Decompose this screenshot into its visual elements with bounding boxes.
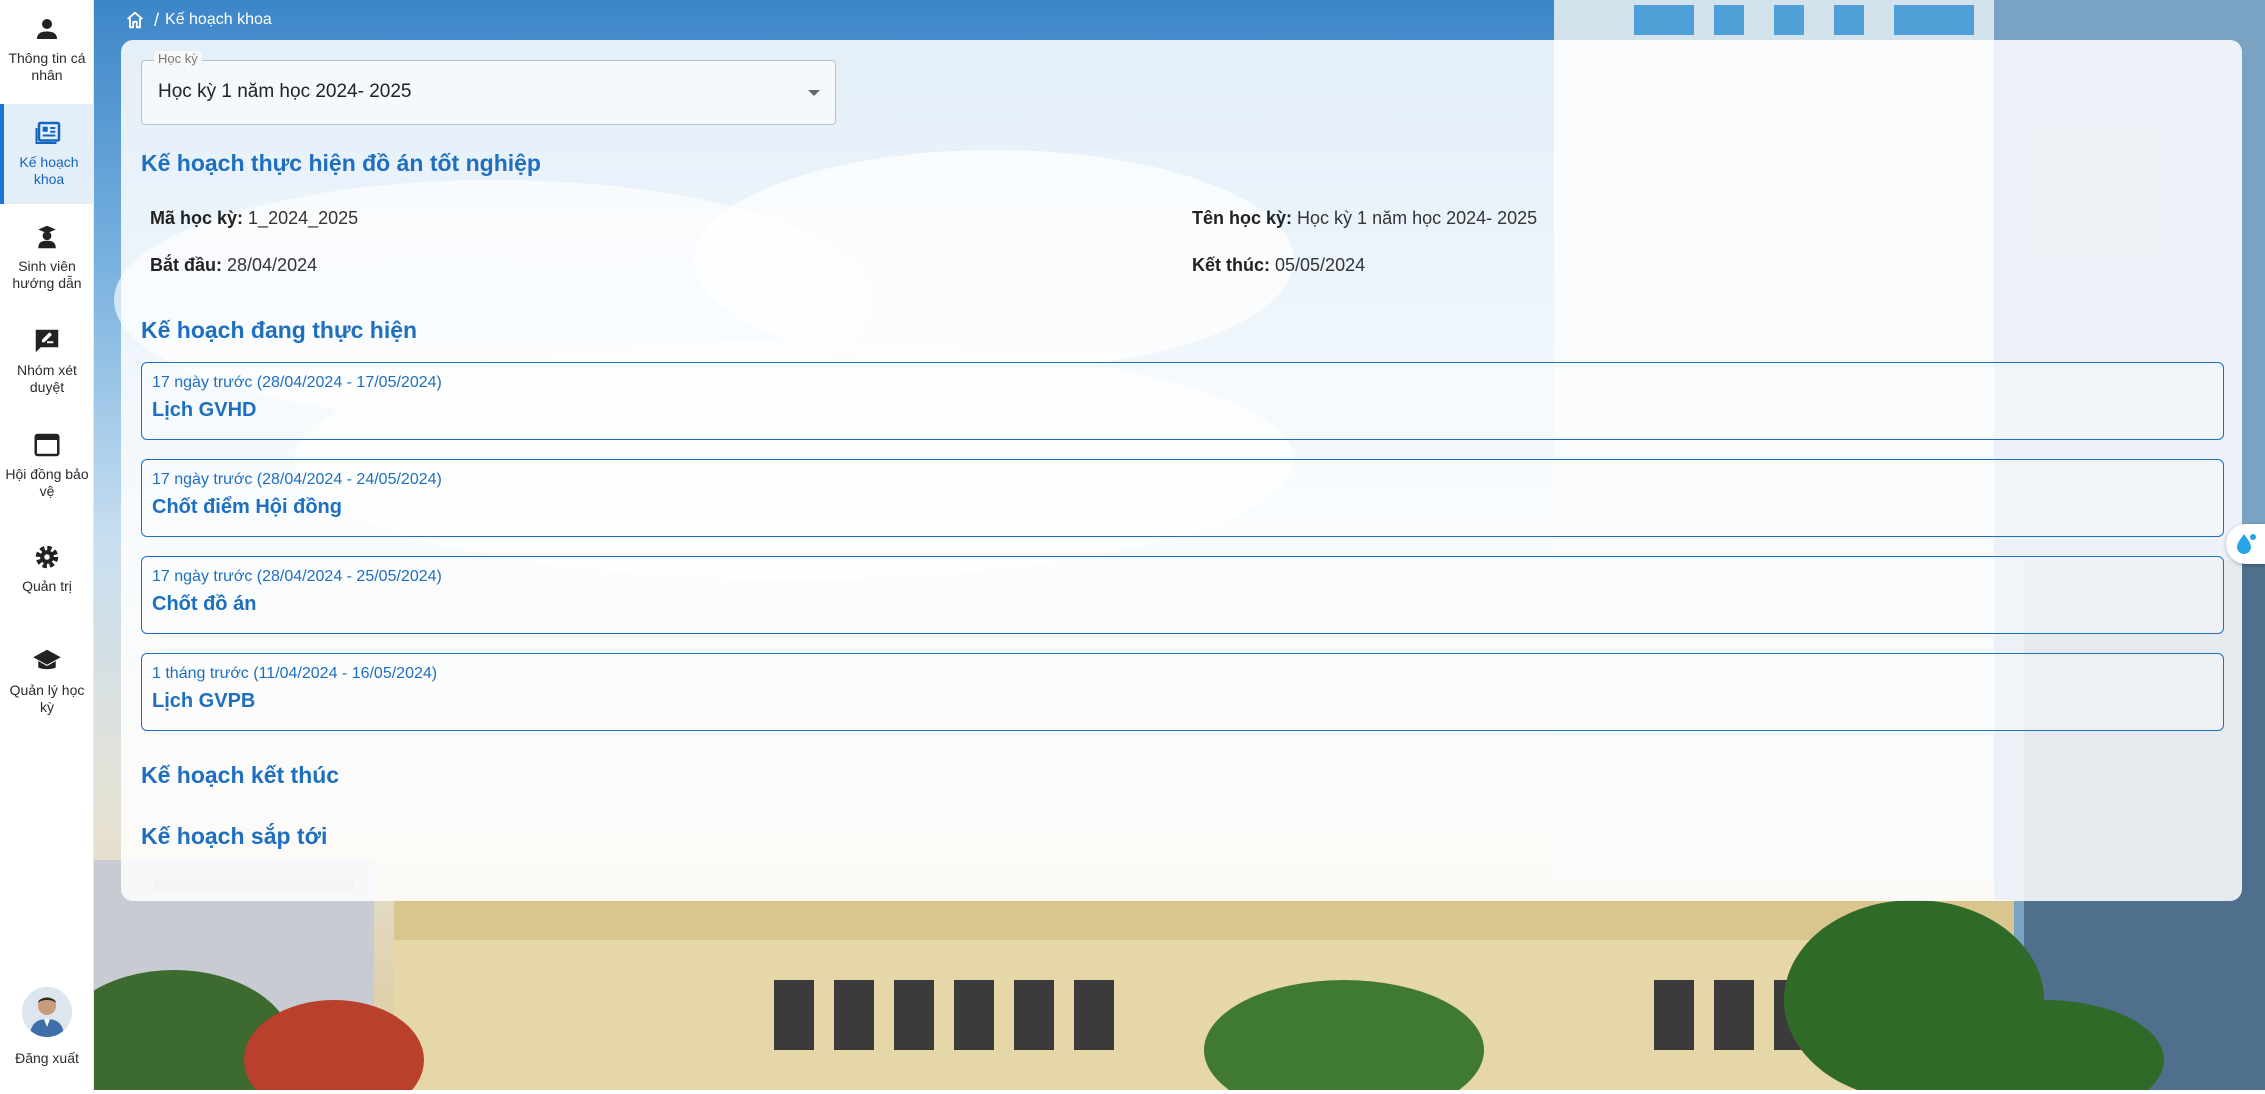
semester-name: Tên học kỳ: Học kỳ 1 năm học 2024- 2025	[1192, 208, 1537, 229]
sidebar-item-admin[interactable]: Quản trị	[0, 528, 94, 628]
plan-card[interactable]: 17 ngày trước (28/04/2024 - 17/05/2024) …	[141, 362, 2224, 440]
semester-name-label: Tên học kỳ:	[1192, 208, 1293, 228]
theme-settings-button[interactable]	[2226, 524, 2265, 564]
start-date-value: 28/04/2024	[227, 255, 318, 275]
sidebar-item-semester-management[interactable]: Quản lý học kỳ	[0, 632, 94, 732]
main-card: Học kỳ Học kỳ 1 năm học 2024- 2025 Kế ho…	[121, 40, 2242, 901]
logout-button[interactable]: Đăng xuất	[0, 1050, 94, 1066]
semester-select-value: Học kỳ 1 năm học 2024- 2025	[158, 81, 412, 102]
home-icon[interactable]	[124, 9, 146, 31]
avatar[interactable]	[22, 987, 72, 1037]
start-date-label: Bắt đầu:	[150, 255, 222, 275]
sidebar-item-personal-info[interactable]: Thông tin cá nhân	[0, 0, 94, 100]
chevron-down-icon	[808, 90, 820, 96]
semester-code: Mã học kỳ: 1_2024_2025	[150, 208, 358, 229]
plan-name: Lịch GVPB	[152, 690, 256, 712]
gear-icon	[35, 545, 59, 569]
breadcrumb: / Kế hoạch khoa	[124, 8, 272, 32]
plan-name: Chốt đồ án	[152, 593, 257, 615]
sidebar-item-label: Hội đồng bảo vệ	[5, 466, 89, 499]
app-root: / Kế hoạch khoa Học kỳ Học kỳ 1 năm học …	[0, 0, 2265, 1094]
sidebar-item-label: Sinh viên hướng dẫn	[12, 258, 82, 291]
semester-code-value: 1_2024_2025	[248, 208, 359, 228]
breadcrumb-separator: /	[154, 9, 160, 30]
plan-name: Chốt điểm Hội đồng	[152, 496, 342, 518]
person-icon	[37, 19, 57, 39]
plan-card[interactable]: 17 ngày trước (28/04/2024 - 24/05/2024) …	[141, 459, 2224, 537]
sidebar-item-label: Quản lý học kỳ	[9, 682, 85, 715]
finished-plans-title: Kế hoạch kết thúc	[141, 762, 340, 788]
start-date: Bắt đầu: 28/04/2024	[150, 255, 317, 276]
school-cap-icon	[33, 649, 61, 670]
plan-card[interactable]: 1 tháng trước (11/04/2024 - 16/05/2024) …	[141, 653, 2224, 731]
graduate-icon	[38, 225, 56, 249]
sidebar-item-review-group[interactable]: Nhóm xét duyệt	[0, 312, 94, 412]
sidebar: Thông tin cá nhân Kế hoạch khoa Sinh viê…	[0, 0, 94, 1094]
thesis-plan-title: Kế hoạch thực hiện đồ án tốt nghiệp	[141, 150, 541, 176]
end-date-value: 05/05/2024	[1275, 255, 1366, 275]
color-drop-icon	[2237, 534, 2256, 554]
semester-code-label: Mã học kỳ:	[150, 208, 244, 228]
sidebar-item-guided-students[interactable]: Sinh viên hướng dẫn	[0, 208, 94, 308]
sidebar-item-faculty-plan[interactable]: Kế hoạch khoa	[0, 104, 94, 204]
ongoing-plans-title: Kế hoạch đang thực hiện	[141, 317, 418, 343]
plan-time: 1 tháng trước (11/04/2024 - 16/05/2024)	[152, 665, 438, 682]
sidebar-item-label: Quản trị	[22, 578, 72, 594]
sidebar-item-label: Nhóm xét duyệt	[17, 362, 77, 395]
plan-time: 17 ngày trước (28/04/2024 - 24/05/2024)	[152, 471, 442, 488]
sidebar-item-defense-council[interactable]: Hội đồng bảo vệ	[0, 416, 94, 516]
plan-time: 17 ngày trước (28/04/2024 - 17/05/2024)	[152, 374, 442, 391]
semester-name-value: Học kỳ 1 năm học 2024- 2025	[1297, 208, 1538, 228]
upcoming-plans-title: Kế hoạch sắp tới	[141, 823, 328, 849]
rate-review-icon	[35, 329, 59, 353]
sidebar-item-label: Thông tin cá nhân	[8, 50, 86, 83]
end-date: Kết thúc: 05/05/2024	[1192, 255, 1365, 276]
newspaper-icon	[35, 121, 61, 144]
plan-time: 17 ngày trước (28/04/2024 - 25/05/2024)	[152, 568, 442, 585]
plan-name: Lịch GVHD	[152, 399, 257, 421]
sidebar-item-label: Kế hoạch khoa	[19, 154, 79, 187]
end-date-label: Kết thúc:	[1192, 255, 1270, 275]
semester-select[interactable]: Học kỳ Học kỳ 1 năm học 2024- 2025	[141, 51, 836, 125]
breadcrumb-current: Kế hoạch khoa	[165, 11, 272, 28]
plan-card[interactable]: 17 ngày trước (28/04/2024 - 25/05/2024) …	[141, 556, 2224, 634]
window-icon	[34, 433, 60, 457]
bottom-strip	[94, 1090, 2265, 1094]
semester-select-label: Học kỳ	[154, 51, 202, 66]
